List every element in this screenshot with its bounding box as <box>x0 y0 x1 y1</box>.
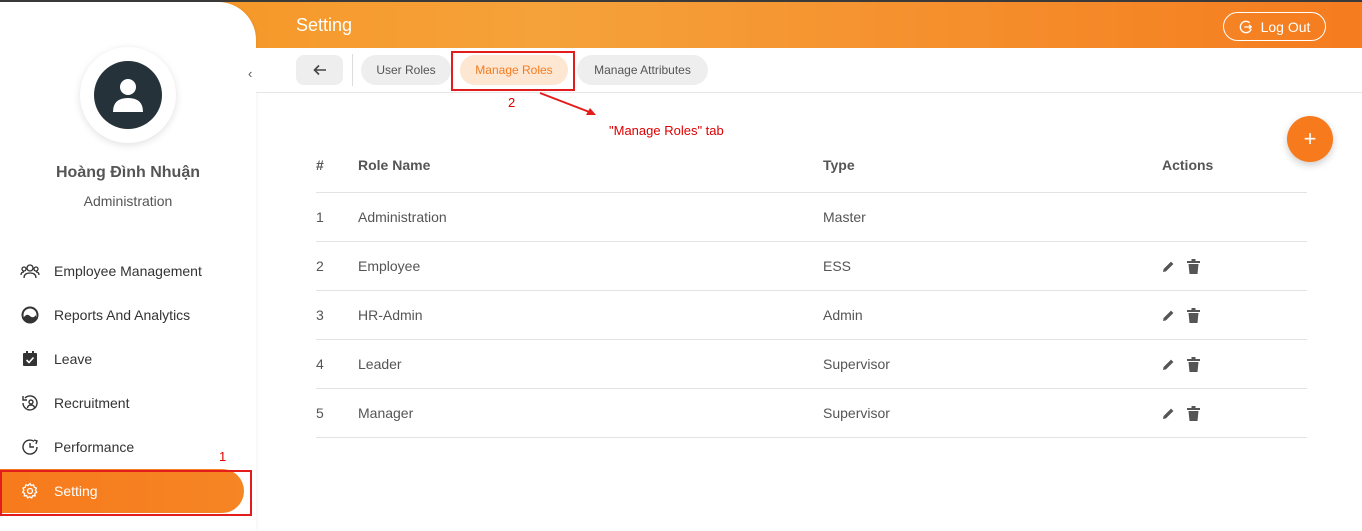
table-row: 3 HR-Admin Admin <box>316 291 1307 340</box>
sidebar-item-label: Leave <box>54 351 93 367</box>
delete-icon[interactable] <box>1187 258 1200 274</box>
tabs-bar: User Roles Manage Roles Manage Attribute… <box>256 48 1362 93</box>
sidebar: ‹ Hoàng Đình Nhuận Administration Employ… <box>0 2 256 531</box>
cell-number: 1 <box>316 209 324 225</box>
edit-icon[interactable] <box>1162 358 1175 371</box>
table-row: 5 Manager Supervisor <box>316 389 1307 438</box>
user-role: Administration <box>83 193 173 209</box>
sidebar-item-label: Employee Management <box>54 263 202 279</box>
sidebar-item-performance[interactable]: Performance <box>0 425 244 469</box>
table-row: 1 Administration Master <box>316 193 1307 242</box>
annotation-box-manage-roles <box>451 51 575 91</box>
tab-user-roles[interactable]: User Roles <box>361 55 451 85</box>
annotation-arrow <box>539 92 596 115</box>
table-row: 2 Employee ESS <box>316 242 1307 291</box>
logout-label: Log Out <box>1260 18 1311 35</box>
sidebar-item-label: Reports And Analytics <box>54 307 191 323</box>
cell-role-name: Administration <box>358 209 447 225</box>
user-avatar-icon <box>94 61 162 129</box>
table-header-row: # Role Name Type Actions <box>316 138 1307 193</box>
annotation-number-2: 2 <box>508 95 516 110</box>
people-icon <box>20 264 40 279</box>
delete-icon[interactable] <box>1187 307 1200 323</box>
edit-icon[interactable] <box>1162 309 1175 322</box>
table-row: 4 Leader Supervisor <box>316 340 1307 389</box>
recruitment-icon <box>22 395 38 411</box>
cell-role-name: Employee <box>358 258 421 274</box>
annotation-box-setting <box>0 470 252 516</box>
edit-icon[interactable] <box>1162 407 1175 420</box>
delete-icon[interactable] <box>1187 405 1200 421</box>
cell-type: Admin <box>823 307 863 323</box>
chart-gauge-icon <box>21 306 39 324</box>
back-button[interactable] <box>296 55 343 85</box>
cell-actions <box>1162 242 1200 290</box>
cell-actions <box>1162 340 1200 388</box>
sidebar-item-employee-management[interactable]: Employee Management <box>0 249 244 293</box>
avatar[interactable] <box>80 47 176 143</box>
user-name: Hoàng Đình Nhuận <box>56 164 200 181</box>
logout-icon <box>1239 20 1252 33</box>
arrow-left-icon <box>312 64 326 76</box>
sidebar-item-recruitment[interactable]: Recruitment <box>0 381 244 425</box>
sidebar-item-reports-and-analytics[interactable]: Reports And Analytics <box>0 293 244 337</box>
collapse-sidebar-icon[interactable]: ‹ <box>248 66 252 81</box>
column-header-actions: Actions <box>1162 157 1214 173</box>
tab-manage-attributes[interactable]: Manage Attributes <box>577 55 708 85</box>
column-header-type: Type <box>823 157 855 173</box>
calendar-check-icon <box>23 351 37 366</box>
sidebar-item-leave[interactable]: Leave <box>0 337 244 381</box>
cell-role-name: Manager <box>358 405 414 421</box>
page-title: Setting <box>296 15 353 35</box>
annotation-number-1: 1 <box>219 449 227 464</box>
performance-icon <box>22 439 38 455</box>
cell-type: ESS <box>823 258 852 274</box>
delete-icon[interactable] <box>1187 356 1200 372</box>
cell-number: 4 <box>316 356 324 372</box>
cell-role-name: HR-Admin <box>358 307 423 323</box>
sidebar-item-label: Recruitment <box>54 395 130 411</box>
cell-type: Master <box>823 209 866 225</box>
cell-number: 3 <box>316 307 324 323</box>
cell-actions <box>1162 389 1200 437</box>
annotation-callout: "Manage Roles" tab <box>609 123 724 138</box>
logout-button[interactable]: Log Out <box>1223 12 1326 41</box>
edit-icon[interactable] <box>1162 260 1175 273</box>
cell-actions <box>1162 291 1200 339</box>
cell-role-name: Leader <box>358 356 402 372</box>
cell-number: 5 <box>316 405 324 421</box>
column-header-number: # <box>316 157 324 173</box>
tab-divider <box>352 54 353 86</box>
cell-number: 2 <box>316 258 324 274</box>
sidebar-item-label: Performance <box>54 439 135 455</box>
cell-type: Supervisor <box>823 356 890 372</box>
column-header-role-name: Role Name <box>358 157 431 173</box>
roles-table: # Role Name Type Actions 1 Administration… <box>316 138 1307 438</box>
cell-type: Supervisor <box>823 405 890 421</box>
